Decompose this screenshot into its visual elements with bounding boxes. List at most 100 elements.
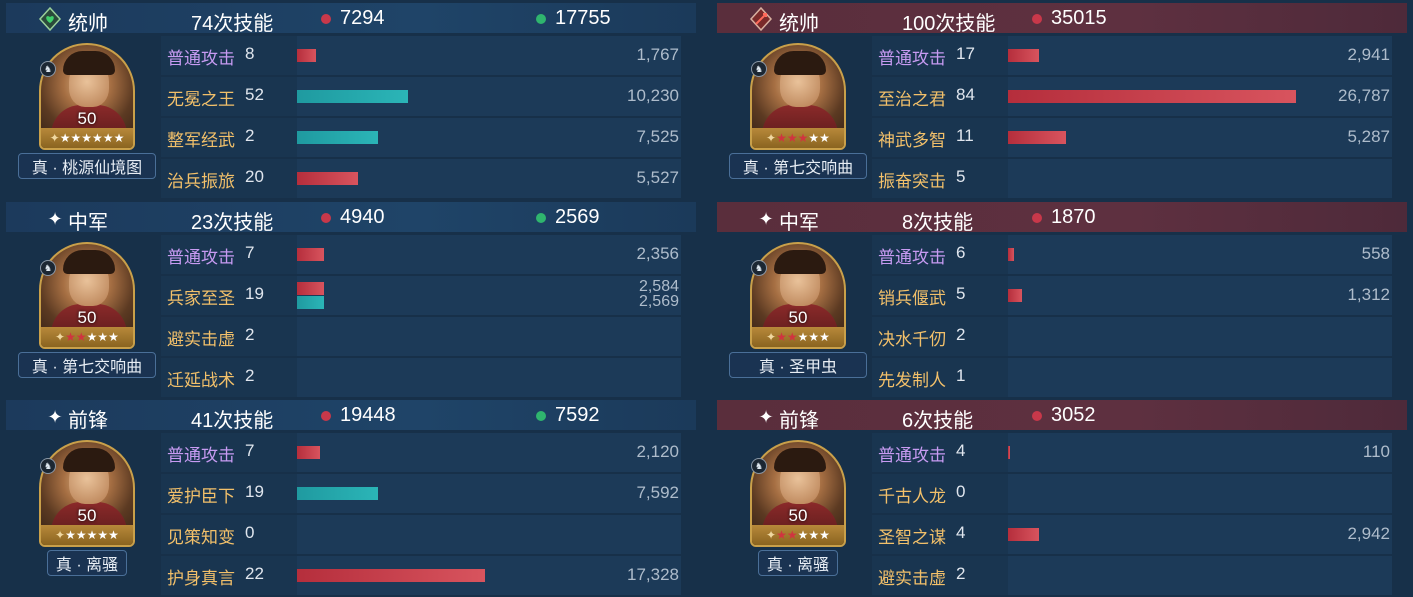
skill-name: 普通攻击 (167, 248, 235, 267)
gear-tag[interactable]: 真 · 离骚 (758, 550, 838, 576)
skill-bar-track (1008, 159, 1392, 198)
skill-amount: 10,230 (627, 86, 679, 105)
skill-rows: 普通攻击 7 2,356 兵家至圣 19 2,584 2,569 避实击虚 2 迁延战术 2 (161, 235, 681, 399)
skill-cast-count: 17 (956, 44, 975, 63)
general-card[interactable]: ✦ 中军 23次技能 4940 2569 50 ✦★★★★★ ♞ 真 · 第七交响曲 普通攻击 7 2… (6, 202, 696, 400)
skill-row[interactable]: 无冕之王 52 10,230 (161, 77, 681, 116)
skill-row[interactable]: 避实击虚 2 (872, 556, 1392, 595)
damage-amount: 2,584 (638, 278, 679, 295)
skill-row[interactable]: 普通攻击 7 2,120 (161, 433, 681, 472)
skill-row[interactable]: 销兵偃武 5 1,312 (872, 276, 1392, 315)
skill-cast-count: 22 (245, 564, 264, 583)
general-portrait[interactable]: 50 ✦★★★★★ ♞ (750, 440, 846, 550)
skill-row[interactable]: 神武多智 11 5,287 (872, 118, 1392, 157)
skill-row[interactable]: 普通攻击 17 2,941 (872, 36, 1392, 75)
skill-bar-track (297, 317, 681, 356)
skill-row[interactable]: 爱护臣下 19 7,592 (161, 474, 681, 513)
general-role: 中军 (68, 212, 108, 234)
skill-row[interactable]: 普通攻击 7 2,356 (161, 235, 681, 274)
general-card[interactable]: 统帅 74次技能 7294 17755 50 ✦★★★★★★ ♞ 真 · 桃源仙境图 普通攻击 8… (6, 3, 696, 201)
skill-count: 8次技能 (902, 212, 974, 234)
skill-row[interactable]: 先发制人 1 (872, 358, 1392, 397)
general-portrait[interactable]: 50 ✦★★★★★ ♞ (750, 242, 846, 352)
star-rating: ✦★★★★★ (55, 330, 119, 344)
horse-icon: ♞ (751, 61, 767, 77)
skill-name: 振奋突击 (878, 172, 946, 191)
general-card[interactable]: ✦ 前锋 41次技能 19448 7592 50 ✦★★★★★ ♞ 真 · 离骚 普通攻击 7 2,1… (6, 400, 696, 597)
skill-cast-count: 4 (956, 523, 966, 542)
damage-value: 3052 (1051, 404, 1096, 426)
heal-bar (297, 90, 409, 103)
damage-bar (297, 248, 324, 261)
skill-count: 100次技能 (902, 13, 996, 35)
skill-row[interactable]: 圣智之谋 4 2,942 (872, 515, 1392, 554)
star-rating: ✦★★★★★ (766, 528, 830, 542)
heal-value: 7592 (555, 404, 600, 426)
skill-row[interactable]: 兵家至圣 19 2,584 2,569 (161, 276, 681, 315)
skill-name: 销兵偃武 (878, 289, 946, 308)
general-role: 统帅 (779, 13, 819, 35)
skill-row[interactable]: 千古人龙 0 (872, 474, 1392, 513)
damage-total: 3052 (1032, 404, 1096, 427)
gear-tag[interactable]: 真 · 圣甲虫 (729, 352, 867, 378)
portrait-hair (774, 250, 826, 274)
general-card[interactable]: ✦ 前锋 6次技能 3052 50 ✦★★★★★ ♞ 真 · 离骚 普通攻击 4 110 千古人龙 0 圣… (717, 400, 1407, 597)
skill-rows: 普通攻击 7 2,120 爱护臣下 19 7,592 见策知变 0 护身真言 22 17,328 (161, 433, 681, 597)
star-rating: ✦★★★★★★ (49, 131, 125, 145)
skill-row[interactable]: 迁延战术 2 (161, 358, 681, 397)
general-portrait[interactable]: 50 ✦★★★★★ ♞ (39, 242, 135, 352)
skill-cast-count: 84 (956, 85, 975, 104)
portrait-hair (63, 250, 115, 274)
general-role: 统帅 (68, 13, 108, 35)
skill-amount: 2,942 (1347, 524, 1390, 543)
gear-tag[interactable]: 真 · 第七交响曲 (729, 153, 867, 179)
skill-row[interactable]: 普通攻击 8 1,767 (161, 36, 681, 75)
skill-row[interactable]: 治兵振旅 20 5,527 (161, 159, 681, 198)
damage-dot-icon (1032, 212, 1042, 223)
skill-bar-track (297, 36, 681, 75)
general-role: 中军 (779, 212, 819, 234)
skill-bar-track (297, 474, 681, 513)
skill-row[interactable]: 避实击虚 2 (161, 317, 681, 356)
skill-row[interactable]: 普通攻击 4 110 (872, 433, 1392, 472)
skill-row[interactable]: 护身真言 22 17,328 (161, 556, 681, 595)
sword-icon (748, 6, 774, 32)
heal-dot-icon (536, 13, 546, 24)
skill-cast-count: 2 (245, 366, 255, 385)
damage-total: 1870 (1032, 206, 1096, 229)
general-card[interactable]: 统帅 100次技能 35015 ✦★★★★★ ♞ 真 · 第七交响曲 普通攻击 17 2,941… (717, 3, 1407, 201)
skill-bar-track (297, 118, 681, 157)
gear-tag[interactable]: 真 · 离骚 (47, 550, 127, 576)
horse-icon: ♞ (751, 458, 767, 474)
general-portrait[interactable]: 50 ✦★★★★★ ♞ (39, 440, 135, 550)
skill-row[interactable]: 普通攻击 6 558 (872, 235, 1392, 274)
damage-dot-icon (321, 212, 331, 223)
heal-value: 2569 (555, 206, 600, 228)
skill-row[interactable]: 决水千仞 2 (872, 317, 1392, 356)
general-header: ✦ 中军 23次技能 4940 2569 (6, 202, 696, 234)
skill-row[interactable]: 振奋突击 5 (872, 159, 1392, 198)
general-portrait[interactable]: 50 ✦★★★★★★ ♞ (39, 43, 135, 153)
skill-row[interactable]: 至治之君 84 26,787 (872, 77, 1392, 116)
general-portrait[interactable]: ✦★★★★★ ♞ (750, 43, 846, 153)
general-card[interactable]: ✦ 中军 8次技能 1870 50 ✦★★★★★ ♞ 真 · 圣甲虫 普通攻击 6 558 销兵偃武 5… (717, 202, 1407, 400)
skill-name: 兵家至圣 (167, 289, 235, 308)
gear-tag[interactable]: 真 · 桃源仙境图 (18, 153, 156, 179)
skill-count: 23次技能 (191, 212, 274, 234)
skill-name: 迁延战术 (167, 371, 235, 390)
skill-values: 2,584 2,569 (638, 278, 679, 310)
skill-amount: 5,287 (1347, 127, 1390, 146)
star-rating: ✦★★★★★ (766, 330, 830, 344)
skill-name: 先发制人 (878, 371, 946, 390)
level-number: 50 (788, 308, 808, 327)
general-header: 统帅 100次技能 35015 (717, 3, 1407, 35)
skill-row[interactable]: 见策知变 0 (161, 515, 681, 554)
gear-tag[interactable]: 真 · 第七交响曲 (18, 352, 156, 378)
skill-bar-track (297, 276, 681, 315)
skill-row[interactable]: 整军经武 2 7,525 (161, 118, 681, 157)
level-number: 50 (77, 308, 97, 327)
heart-shield-icon (37, 6, 63, 32)
level-number: 50 (77, 109, 97, 128)
skill-amount: 110 (1362, 442, 1390, 461)
skill-cast-count: 52 (245, 85, 264, 104)
